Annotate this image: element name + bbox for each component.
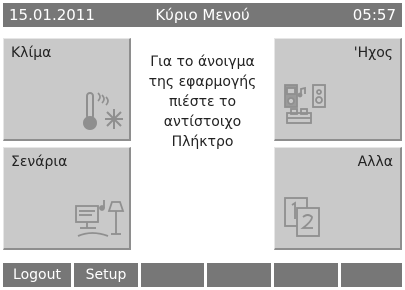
- message-line: της εφαρμογής: [148, 74, 257, 90]
- empty-softkey-3[interactable]: [141, 263, 204, 287]
- scenario-monitor-lamp-icon: [75, 200, 125, 237]
- bottom-bar: Logout Setup: [3, 263, 402, 287]
- senaria-label: Σενάρια: [11, 154, 68, 170]
- message-line: πιέστε το: [168, 94, 237, 110]
- header-time: 05:57: [352, 6, 396, 24]
- ichos-button[interactable]: 'Ηχος: [274, 38, 402, 141]
- senaria-button[interactable]: Σενάρια: [3, 147, 131, 250]
- header-bar: 15.01.2011 Κύριο Μενού 05:57: [3, 3, 402, 27]
- screen-frame: 15.01.2011 Κύριο Μενού 05:57 Κλίμα Σενάρ…: [0, 0, 405, 290]
- audio-system-icon: [284, 84, 326, 124]
- thermometer-snowflake-icon: [83, 92, 123, 130]
- logout-button[interactable]: Logout: [3, 263, 71, 287]
- ichos-label: 'Ηχος: [353, 45, 393, 61]
- empty-softkey-4[interactable]: [207, 263, 271, 287]
- empty-softkey-5[interactable]: [274, 263, 338, 287]
- pages-1-2-icon: [284, 197, 320, 237]
- alla-label: Αλλα: [357, 154, 393, 170]
- empty-softkey-6[interactable]: [341, 263, 402, 287]
- message-line: Για το άνοιγμα: [150, 54, 255, 70]
- klima-button[interactable]: Κλίμα: [3, 38, 131, 141]
- alla-button[interactable]: Αλλα: [274, 147, 402, 250]
- message-line: Πλήκτρο: [171, 134, 234, 150]
- setup-button[interactable]: Setup: [74, 263, 138, 287]
- header-title: Κύριο Μενού: [155, 6, 250, 24]
- instruction-message: Για το άνοιγμα της εφαρμογής πιέστε το α…: [135, 52, 270, 152]
- klima-label: Κλίμα: [11, 45, 52, 61]
- message-line: αντίστοιχο: [163, 114, 242, 130]
